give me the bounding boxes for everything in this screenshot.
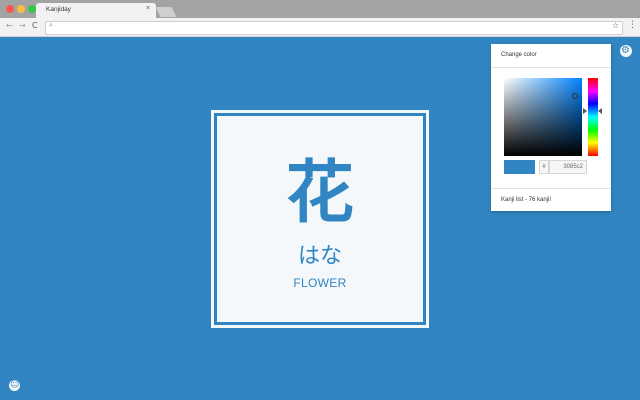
kanji-meaning: FLOWER [293, 276, 347, 290]
browser-menu-icon[interactable]: ⋮ [628, 20, 637, 30]
browser-toolbar: ← → C ⌕ ☆ ⋮ [0, 18, 640, 37]
address-bar[interactable]: ⌕ [45, 21, 623, 35]
hue-slider[interactable] [588, 78, 598, 156]
kanji-character: 花 [285, 154, 354, 233]
forward-icon[interactable]: → [19, 21, 26, 30]
gear-icon: ⚙ [621, 45, 630, 56]
kanji-reading: はな [297, 244, 342, 269]
reload-icon[interactable]: C [32, 21, 38, 30]
search-icon: ⌕ [49, 21, 53, 29]
panel-title: Change color [501, 52, 537, 58]
hex-prefix: # [539, 160, 549, 174]
kanji-list-link[interactable]: Kanji list - 76 kanji! [501, 197, 551, 203]
feedback-button[interactable]: ☺ [9, 380, 20, 391]
back-icon[interactable]: ← [6, 21, 13, 30]
tab-strip: Kanjiday × [0, 0, 640, 18]
settings-panel: Change color # 3085c2 Kanji list - 76 ka… [491, 44, 611, 211]
tab-title: Kanjiday [46, 6, 71, 13]
settings-button[interactable]: ⚙ [620, 45, 632, 57]
tab-kanjiday[interactable]: Kanjiday × [36, 3, 156, 18]
panel-divider [491, 188, 611, 189]
color-swatch [504, 160, 535, 174]
kanji-card: 花 はな FLOWER [217, 116, 423, 322]
panel-divider [491, 67, 611, 68]
tab-close-icon[interactable]: × [146, 5, 150, 12]
hue-slider-handle-right[interactable] [598, 108, 602, 114]
hue-slider-handle-left[interactable] [583, 108, 587, 114]
bookmark-star-icon[interactable]: ☆ [612, 21, 619, 30]
smile-icon: ☺ [10, 380, 20, 390]
hex-input[interactable]: 3085c2 [549, 160, 587, 174]
close-window-button[interactable] [6, 5, 14, 13]
new-tab-button[interactable] [155, 7, 177, 17]
saturation-value-picker[interactable] [504, 78, 582, 156]
picker-handle[interactable] [572, 93, 578, 99]
minimize-window-button[interactable] [17, 5, 25, 13]
maximize-window-button[interactable] [28, 5, 36, 13]
